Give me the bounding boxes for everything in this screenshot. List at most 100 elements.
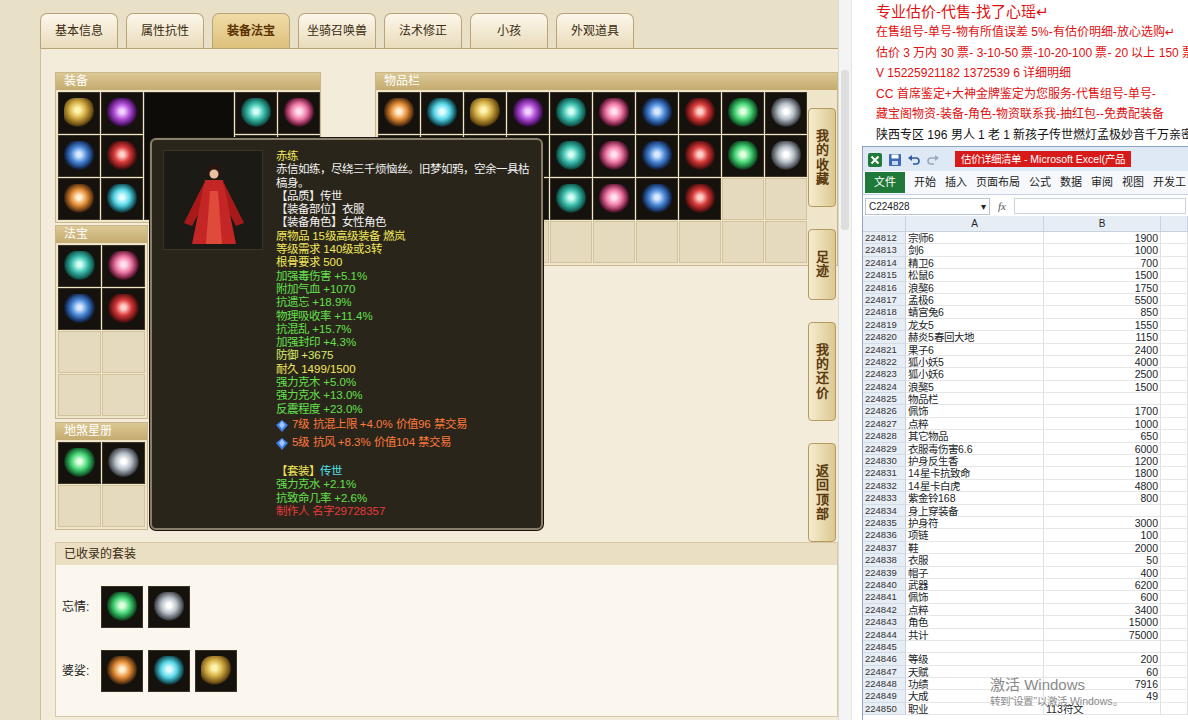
item-slot[interactable] <box>58 442 101 484</box>
item-slot[interactable] <box>593 135 635 177</box>
row-header[interactable]: 224839 <box>863 567 906 579</box>
cell[interactable]: 850 <box>1044 306 1161 318</box>
row-header[interactable]: 224841 <box>863 591 906 603</box>
cell[interactable]: 2000 <box>1044 542 1161 554</box>
row-header[interactable]: 224831 <box>863 467 906 479</box>
cell[interactable]: 113符文 <box>1044 703 1161 715</box>
excel-icon[interactable] <box>867 147 883 171</box>
row-header[interactable]: 224816 <box>863 282 906 294</box>
cell[interactable]: 浪獒6 <box>906 282 1044 294</box>
cell[interactable]: 1150 <box>1044 331 1161 343</box>
row-header[interactable]: 224830 <box>863 455 906 467</box>
cell[interactable]: 700 <box>1044 257 1161 269</box>
item-slot[interactable] <box>765 92 807 134</box>
cell[interactable]: 3400 <box>1044 604 1161 616</box>
cell[interactable]: 1200 <box>1044 455 1161 467</box>
cell[interactable] <box>1161 467 1188 479</box>
row-header[interactable]: 224827 <box>863 418 906 430</box>
item-slot[interactable] <box>148 650 190 692</box>
empty-slot[interactable] <box>550 221 592 263</box>
cell[interactable]: 松鼠6 <box>906 269 1044 281</box>
cell[interactable]: 护身符 <box>906 517 1044 529</box>
item-slot[interactable] <box>636 135 678 177</box>
side-nav-button[interactable]: 我的还价 <box>808 322 836 421</box>
game-tab[interactable]: 坐骑召唤兽 <box>298 13 376 48</box>
cell[interactable]: 200 <box>1044 653 1161 665</box>
game-tab[interactable]: 装备法宝 <box>212 13 290 48</box>
cell[interactable] <box>1161 554 1188 566</box>
empty-slot[interactable] <box>102 374 145 416</box>
cell[interactable]: 6200 <box>1044 579 1161 591</box>
cell[interactable] <box>1161 393 1188 405</box>
item-slot[interactable] <box>102 245 145 287</box>
ribbon-tab[interactable]: 视图 <box>1122 174 1144 191</box>
row-header[interactable]: 224850 <box>863 703 906 715</box>
cell[interactable]: 14星卡白虎 <box>906 480 1044 492</box>
ribbon-tab[interactable]: 文件 <box>865 172 905 193</box>
empty-slot[interactable] <box>722 178 764 220</box>
cell[interactable] <box>1161 443 1188 455</box>
cell[interactable]: 帽子 <box>906 567 1044 579</box>
cell[interactable] <box>1161 257 1188 269</box>
column-header[interactable] <box>1161 216 1188 232</box>
cell[interactable]: 佩饰 <box>906 591 1044 603</box>
cell[interactable]: 60 <box>1044 666 1161 678</box>
cell[interactable] <box>1161 666 1188 678</box>
game-tab[interactable]: 法术修正 <box>384 13 462 48</box>
row-header[interactable]: 224838 <box>863 554 906 566</box>
row-header[interactable]: 224812 <box>863 232 906 244</box>
cell[interactable]: 2500 <box>1044 368 1161 380</box>
cell[interactable]: 15000 <box>1044 616 1161 628</box>
cell[interactable]: 1500 <box>1044 269 1161 281</box>
item-slot[interactable] <box>507 92 549 134</box>
cell[interactable] <box>1161 542 1188 554</box>
cell[interactable]: 天赋 <box>906 666 1044 678</box>
item-slot[interactable] <box>102 288 145 330</box>
cell[interactable]: 蜻宫兔6 <box>906 306 1044 318</box>
cell[interactable]: 紫金铃168 <box>906 492 1044 504</box>
cell[interactable]: 1800 <box>1044 467 1161 479</box>
cell[interactable]: 武器 <box>906 579 1044 591</box>
cell[interactable]: 赫炎5春回大地 <box>906 331 1044 343</box>
cell[interactable]: 功绩 <box>906 678 1044 690</box>
cell[interactable] <box>1161 703 1188 715</box>
cell[interactable] <box>1161 641 1188 653</box>
item-slot[interactable] <box>278 92 320 134</box>
empty-slot[interactable] <box>102 485 145 527</box>
row-header[interactable]: 224849 <box>863 690 906 702</box>
row-header[interactable]: 224825 <box>863 393 906 405</box>
item-slot[interactable] <box>58 178 100 220</box>
item-slot[interactable] <box>679 92 721 134</box>
row-header[interactable]: 224814 <box>863 257 906 269</box>
cell[interactable] <box>1161 356 1188 368</box>
cell[interactable] <box>1161 455 1188 467</box>
cell[interactable]: 鞋 <box>906 542 1044 554</box>
row-header[interactable]: 224822 <box>863 356 906 368</box>
item-slot[interactable] <box>636 178 678 220</box>
cell[interactable]: 点粹 <box>906 418 1044 430</box>
item-slot[interactable] <box>101 135 143 177</box>
cell[interactable]: 孟极6 <box>906 294 1044 306</box>
cell[interactable] <box>1161 517 1188 529</box>
row-header[interactable]: 224813 <box>863 244 906 256</box>
cell[interactable]: 剑6 <box>906 244 1044 256</box>
cell[interactable]: 宗师6 <box>906 232 1044 244</box>
empty-slot[interactable] <box>58 331 101 373</box>
cell[interactable] <box>1161 616 1188 628</box>
cell[interactable] <box>1161 244 1188 256</box>
cell[interactable]: 2400 <box>1044 344 1161 356</box>
column-header[interactable]: B <box>1044 216 1161 232</box>
ribbon-tab[interactable]: 开始 <box>914 174 936 191</box>
row-header[interactable]: 224824 <box>863 381 906 393</box>
row-header[interactable]: 224840 <box>863 579 906 591</box>
cell[interactable]: 角色 <box>906 616 1044 628</box>
item-slot[interactable] <box>58 288 101 330</box>
item-slot[interactable] <box>679 178 721 220</box>
empty-slot[interactable] <box>636 221 678 263</box>
item-slot[interactable] <box>636 92 678 134</box>
cell[interactable]: 身上穿装备 <box>906 505 1044 517</box>
empty-slot[interactable] <box>593 221 635 263</box>
cell[interactable]: 600 <box>1044 591 1161 603</box>
item-slot[interactable] <box>722 135 764 177</box>
cell[interactable] <box>1161 381 1188 393</box>
